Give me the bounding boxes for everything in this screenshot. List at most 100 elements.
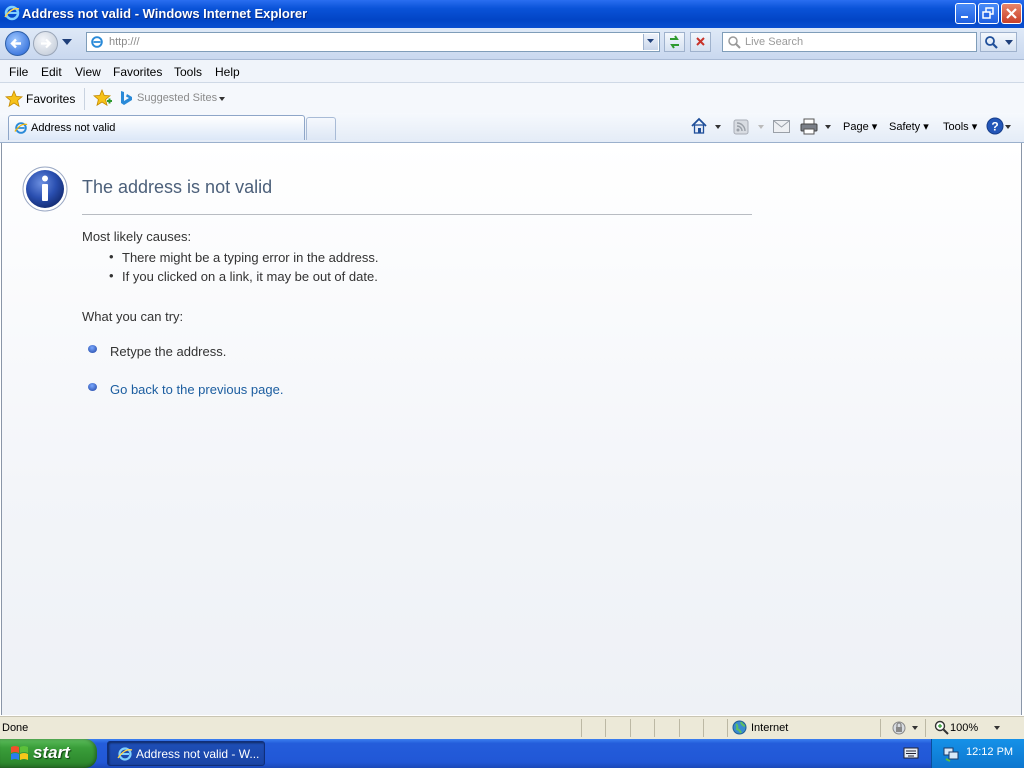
security-zone-label: Internet <box>751 722 789 734</box>
minimize-icon <box>961 16 968 18</box>
menu-favorites[interactable]: Favorites <box>113 65 162 79</box>
bullet-icon <box>88 383 97 391</box>
print-icon[interactable] <box>800 118 818 135</box>
close-button[interactable] <box>1001 3 1022 24</box>
chevron-down-icon <box>219 97 225 101</box>
chevron-down-icon <box>994 726 1000 730</box>
go-back-link[interactable]: Go back to the previous page. <box>110 382 283 397</box>
globe-icon <box>732 720 747 735</box>
favorites-separator <box>84 88 85 110</box>
status-separator <box>654 719 655 737</box>
start-label: start <box>33 743 70 762</box>
add-to-favorites-bar-icon[interactable] <box>93 89 113 109</box>
menu-edit[interactable]: Edit <box>41 65 62 79</box>
favorites-label: Favorites <box>26 92 76 106</box>
chevron-down-icon <box>647 39 654 43</box>
magnifier-icon <box>985 36 998 49</box>
new-tab-button[interactable] <box>306 117 336 140</box>
causes-heading: Most likely causes: <box>82 229 192 244</box>
bullet-dot: • <box>109 268 114 283</box>
forward-arrow-icon <box>41 38 52 49</box>
page-title: The address is not valid <box>82 177 273 197</box>
status-separator <box>605 719 606 737</box>
search-box[interactable]: Live Search <box>722 32 977 52</box>
tools-menu-label: Tools <box>943 121 969 133</box>
search-input[interactable]: Live Search <box>745 36 803 48</box>
bullet-icon <box>88 345 97 353</box>
status-separator <box>581 719 582 737</box>
taskbar-window-label: Address not valid - W... <box>136 747 260 761</box>
search-icon <box>728 36 741 49</box>
tab-ie-icon <box>14 122 28 134</box>
address-input[interactable]: http:/// <box>109 36 140 48</box>
refresh-button[interactable] <box>664 32 685 52</box>
mail-icon[interactable] <box>773 120 790 133</box>
search-button[interactable] <box>980 32 1017 52</box>
chevron-down-icon[interactable] <box>912 726 918 730</box>
forward-button[interactable] <box>33 31 58 56</box>
info-icon <box>22 166 68 212</box>
network-icon[interactable] <box>942 744 960 762</box>
keyboard-icon[interactable] <box>903 746 919 760</box>
back-arrow-icon <box>10 38 21 49</box>
star-icon <box>5 90 23 108</box>
safety-menu-label: Safety <box>889 121 921 133</box>
retype-suggestion: Retype the address. <box>110 344 227 359</box>
recent-pages-dropdown-icon[interactable] <box>62 39 72 45</box>
suggested-sites-button[interactable]: Suggested Sites <box>119 90 229 108</box>
status-separator <box>679 719 680 737</box>
ie-logo-icon <box>4 5 20 21</box>
bullet-dot: • <box>109 249 114 264</box>
menu-file[interactable]: File <box>9 65 28 79</box>
zoom-icon <box>934 720 949 735</box>
page-ie-icon <box>91 36 103 48</box>
minimize-button[interactable] <box>955 3 976 24</box>
close-icon <box>1006 8 1017 19</box>
protected-mode-icon[interactable] <box>891 720 907 736</box>
menu-tools[interactable]: Tools <box>174 65 202 79</box>
tab-label: Address not valid <box>31 122 116 134</box>
home-dropdown-icon[interactable] <box>715 125 721 129</box>
status-separator <box>880 719 881 737</box>
status-text: Done <box>2 722 29 734</box>
status-bar <box>0 716 1024 740</box>
stop-button[interactable] <box>690 32 711 52</box>
safety-menu[interactable]: Safety ▾ <box>889 120 929 133</box>
stop-icon <box>696 37 705 46</box>
clock: 12:12 PM <box>966 746 1014 758</box>
cause-item: There might be a typing error in the add… <box>122 250 379 265</box>
tab-address-not-valid[interactable]: Address not valid <box>8 115 305 140</box>
address-dropdown-button[interactable] <box>643 34 658 50</box>
svg-text:?: ? <box>991 120 998 134</box>
menu-help[interactable]: Help <box>215 65 240 79</box>
status-separator <box>925 719 926 737</box>
page-menu-label: Page <box>843 121 869 133</box>
feeds-dropdown-icon[interactable] <box>758 125 764 129</box>
window-title: Address not valid - Windows Internet Exp… <box>22 6 308 21</box>
back-button[interactable] <box>5 31 30 56</box>
menu-view[interactable]: View <box>75 65 101 79</box>
feeds-icon[interactable] <box>733 119 749 135</box>
help-dropdown-icon[interactable] <box>1005 125 1011 129</box>
help-icon[interactable]: ? <box>986 117 1004 135</box>
address-bar[interactable]: http:/// <box>86 32 660 52</box>
status-separator <box>630 719 631 737</box>
ie-taskbar-icon <box>117 747 133 761</box>
favorites-button[interactable]: Favorites <box>5 90 77 108</box>
zoom-level: 100% <box>950 722 979 734</box>
home-icon[interactable] <box>690 117 708 135</box>
page-menu[interactable]: Page ▾ <box>843 120 877 133</box>
try-heading: What you can try: <box>82 309 184 324</box>
search-options-chevron-icon[interactable] <box>1005 40 1013 45</box>
refresh-icon <box>670 35 679 49</box>
bing-icon <box>121 91 132 105</box>
suggested-sites-label: Suggested Sites <box>137 92 218 104</box>
restore-icon <box>982 7 994 19</box>
status-separator <box>727 719 728 737</box>
divider <box>82 214 752 215</box>
tools-menu[interactable]: Tools ▾ <box>943 120 977 133</box>
restore-button[interactable] <box>978 3 999 24</box>
windows-logo-icon <box>11 746 28 760</box>
print-dropdown-icon[interactable] <box>825 125 831 129</box>
zoom-control[interactable]: 100% <box>934 720 1006 736</box>
